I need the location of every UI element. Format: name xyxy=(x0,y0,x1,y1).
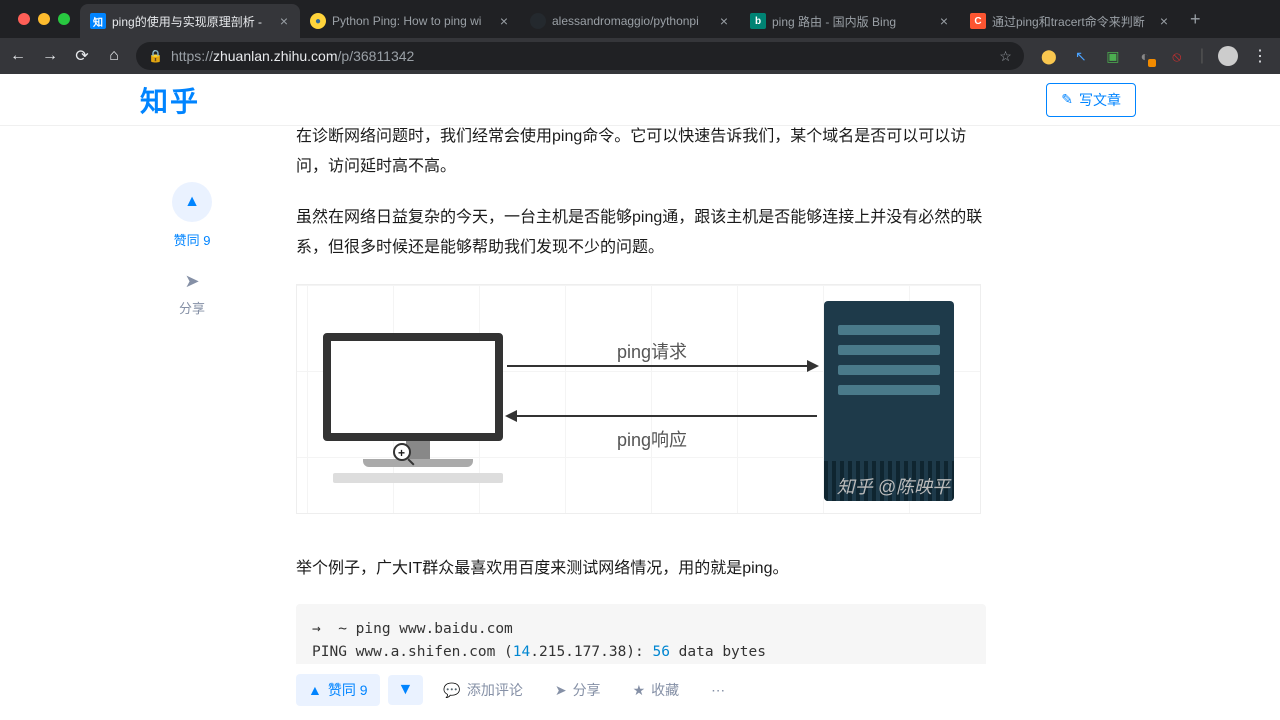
downvote-button[interactable]: ▼ xyxy=(388,675,424,705)
adblock-extension-icon[interactable]: ⦸ xyxy=(1168,47,1186,65)
new-tab-button[interactable]: + xyxy=(1180,9,1211,30)
maximize-window-button[interactable] xyxy=(58,13,70,25)
extension-icon[interactable]: ⬤ xyxy=(1040,47,1058,65)
zhihu-logo[interactable]: 知乎 xyxy=(140,80,200,120)
article-body: 在诊断网络问题时，我们经常会使用ping命令。它可以快速告诉我们，某个域名是否可… xyxy=(296,126,986,720)
triangle-down-icon: ▼ xyxy=(398,681,414,698)
extension-icons: ⬤ ↖ ▣ ◐ ⦸ | ⋮ xyxy=(1036,46,1272,66)
zhihu-icon: 知 xyxy=(90,13,106,29)
write-article-button[interactable]: ✎ 写文章 xyxy=(1046,83,1136,117)
tab-python-ping[interactable]: ● Python Ping: How to ping wi × xyxy=(300,4,520,38)
forward-button[interactable]: → xyxy=(40,47,60,65)
nav-bar: ← → ⟳ ⌂ 🔒 https://zhuanlan.zhihu.com/p/3… xyxy=(0,38,1280,74)
close-tab-icon[interactable]: × xyxy=(1158,13,1170,29)
profile-avatar[interactable] xyxy=(1218,46,1238,66)
tab-title: ping的使用与实现原理剖析 - xyxy=(112,13,272,30)
reload-button[interactable]: ⟳ xyxy=(72,46,92,66)
paragraph: 虽然在网络日益复杂的今天，一台主机是否能够ping通，跟该主机是否能够连接上并没… xyxy=(296,203,986,264)
tab-zhihu-active[interactable]: 知 ping的使用与实现原理剖析 - × xyxy=(80,4,300,38)
tab-bing[interactable]: b ping 路由 - 国内版 Bing × xyxy=(740,4,960,38)
edit-icon: ✎ xyxy=(1061,91,1073,108)
evernote-extension-icon[interactable]: ▣ xyxy=(1104,47,1122,65)
chrome-menu-icon[interactable]: ⋮ xyxy=(1252,46,1268,66)
zoom-cursor-icon xyxy=(393,443,411,461)
request-label: ping请求 xyxy=(617,335,687,369)
browser-chrome: 知 ping的使用与实现原理剖析 - × ● Python Ping: How … xyxy=(0,0,1280,74)
comment-icon: 💬 xyxy=(443,682,460,699)
close-tab-icon[interactable]: × xyxy=(718,13,730,29)
star-icon: ★ xyxy=(633,682,646,699)
paragraph: 举个例子，广大IT群众最喜欢用百度来测试网络情况，用的就是ping。 xyxy=(296,554,986,584)
comment-button[interactable]: 💬 添加评论 xyxy=(431,680,534,700)
share-icon: ➤ xyxy=(184,271,199,292)
tab-title: alessandromaggio/pythonpi xyxy=(552,14,712,28)
triangle-up-icon: ▲ xyxy=(184,193,200,211)
tab-title: ping 路由 - 国内版 Bing xyxy=(772,13,932,30)
ellipsis-icon: ⋯ xyxy=(711,682,725,699)
triangle-up-icon: ▲ xyxy=(308,682,322,698)
side-share[interactable]: ➤ 分享 xyxy=(179,271,205,317)
upvote-button[interactable]: ▲ 赞同 9 xyxy=(296,674,380,706)
upvote-button[interactable]: ▲ xyxy=(172,182,212,222)
cursor-extension-icon[interactable]: ↖ xyxy=(1072,47,1090,65)
side-actions: ▲ 赞同 9 ➤ 分享 xyxy=(172,182,212,317)
response-arrow xyxy=(507,415,817,417)
close-tab-icon[interactable]: × xyxy=(498,13,510,29)
window-controls xyxy=(8,13,80,25)
github-icon xyxy=(530,13,546,29)
content-area: ▲ 赞同 9 ➤ 分享 在诊断网络问题时，我们经常会使用ping命令。它可以快速… xyxy=(0,126,1280,720)
back-button[interactable]: ← xyxy=(8,47,28,65)
home-button[interactable]: ⌂ xyxy=(104,47,124,65)
url-text: https://zhuanlan.zhihu.com/p/36811342 xyxy=(171,48,991,64)
bing-icon: b xyxy=(750,13,766,29)
tab-github[interactable]: alessandromaggio/pythonpi × xyxy=(520,4,740,38)
share-icon: ➤ xyxy=(555,682,567,699)
side-upvote: ▲ 赞同 9 xyxy=(172,182,212,249)
tab-bar: 知 ping的使用与实现原理剖析 - × ● Python Ping: How … xyxy=(0,0,1280,38)
more-button[interactable]: ⋯ xyxy=(699,682,737,699)
close-tab-icon[interactable]: × xyxy=(938,13,950,29)
share-button[interactable]: ➤ 分享 xyxy=(543,680,613,700)
upvote-count-label: 赞同 9 xyxy=(174,230,211,249)
tab-csdn[interactable]: C 通过ping和tracert命令来判断 × xyxy=(960,4,1180,38)
site-header: 知乎 ✎ 写文章 xyxy=(0,74,1280,126)
article-action-bar: ▲ 赞同 9 ▼ 💬 添加评论 ➤ 分享 ★ 收藏 ⋯ xyxy=(296,664,986,720)
minimize-window-button[interactable] xyxy=(38,13,50,25)
close-window-button[interactable] xyxy=(18,13,30,25)
ping-diagram[interactable]: ping请求 ping响应 知乎 @陈映平 xyxy=(296,284,981,514)
paragraph: 在诊断网络问题时，我们经常会使用ping命令。它可以快速告诉我们，某个域名是否可… xyxy=(296,122,986,183)
bookmark-star-icon[interactable]: ☆ xyxy=(999,48,1012,65)
favorite-button[interactable]: ★ 收藏 xyxy=(621,680,692,700)
address-bar[interactable]: 🔒 https://zhuanlan.zhihu.com/p/36811342 … xyxy=(136,42,1024,70)
watermark: 知乎 @陈映平 xyxy=(837,470,950,504)
tab-title: Python Ping: How to ping wi xyxy=(332,14,492,28)
python-icon: ● xyxy=(310,13,326,29)
close-tab-icon[interactable]: × xyxy=(278,13,290,29)
share-label: 分享 xyxy=(179,298,205,317)
client-computer-icon xyxy=(323,333,513,483)
csdn-icon: C xyxy=(970,13,986,29)
tab-title: 通过ping和tracert命令来判断 xyxy=(992,13,1152,30)
extension-icon[interactable]: ◐ xyxy=(1136,47,1154,65)
response-label: ping响应 xyxy=(617,423,687,457)
lock-icon: 🔒 xyxy=(148,49,163,63)
